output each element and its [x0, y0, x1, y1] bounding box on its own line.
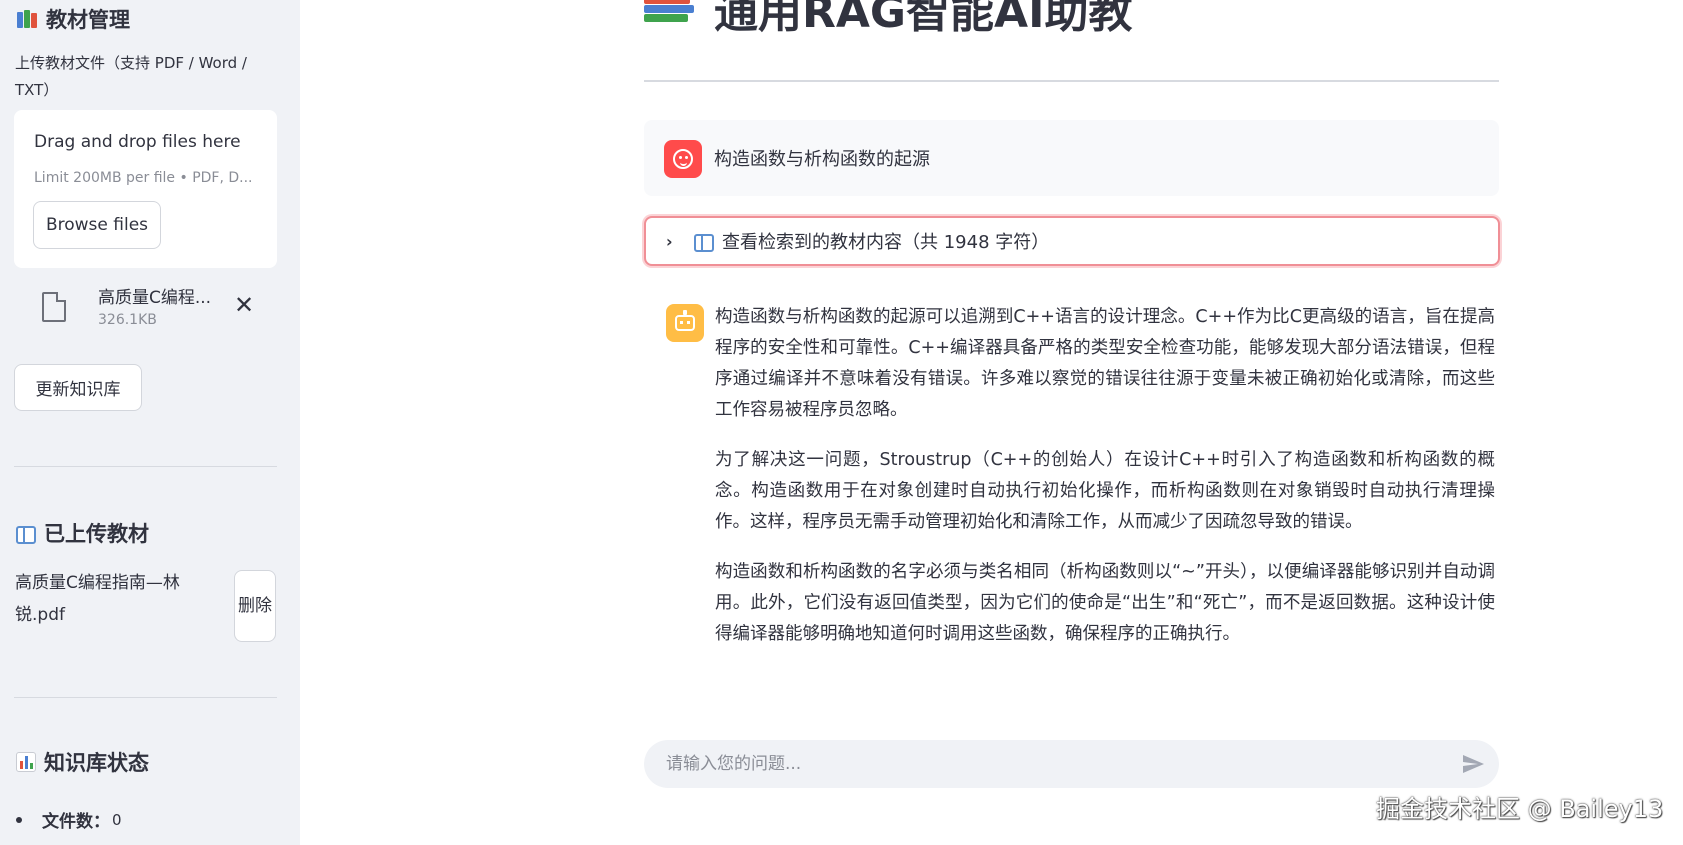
- uploaded-heading: 已上传教材: [16, 518, 149, 548]
- open-book-icon: [694, 234, 714, 252]
- status-label: 文件数：: [42, 812, 110, 832]
- retrieved-content-expander[interactable]: › 查看检索到的教材内容（共 1948 字符）: [644, 216, 1500, 266]
- user-message-text: 构造函数与析构函数的起源: [714, 149, 930, 170]
- dropzone-title: Drag and drop files here: [34, 132, 241, 152]
- pending-file-size: 326.1KB: [98, 312, 157, 328]
- upload-label: 上传教材文件（支持 PDF / Word / TXT）: [15, 54, 247, 99]
- send-icon[interactable]: [1461, 752, 1485, 776]
- status-item: 文件数： 0: [16, 807, 122, 832]
- file-icon: [42, 292, 66, 322]
- status-heading: 知识库状态: [16, 747, 149, 777]
- file-dropzone[interactable]: Drag and drop files here Limit 200MB per…: [14, 110, 277, 268]
- open-book-icon: [16, 526, 36, 544]
- expander-label: 查看检索到的教材内容（共 1948 字符）: [722, 232, 1050, 253]
- dropzone-limit: Limit 200MB per file • PDF, D...: [34, 170, 253, 186]
- manage-heading: 教材管理: [16, 4, 130, 34]
- sidebar-divider: [14, 697, 277, 698]
- sidebar-divider: [14, 466, 277, 467]
- assistant-paragraph: 为了解决这一问题，Stroustrup（C++的创始人）在设计C++时引入了构造…: [715, 450, 1495, 532]
- robot-avatar-icon: [666, 304, 704, 342]
- chat-input[interactable]: [644, 740, 1499, 788]
- title-divider: [644, 80, 1499, 82]
- sidebar: 教材管理 上传教材文件（支持 PDF / Word / TXT） Drag an…: [0, 0, 300, 845]
- browse-files-button[interactable]: Browse files: [33, 201, 161, 249]
- assistant-paragraph: 构造函数与析构函数的起源可以追溯到C++语言的设计理念。C++作为比C更高级的语…: [715, 307, 1495, 420]
- pending-file-name: 高质量C编程...: [98, 288, 212, 308]
- chevron-right-icon: ›: [666, 231, 673, 251]
- page-title: 通用RAG智能AI助教: [644, 0, 1132, 40]
- update-knowledge-base-button[interactable]: 更新知识库: [14, 364, 142, 411]
- status-value: 0: [112, 810, 122, 829]
- user-message: 构造函数与析构函数的起源: [644, 120, 1499, 196]
- assistant-paragraph: 构造函数和析构函数的名字必须与类名相同（析构函数则以“~”开头），以便编译器能够…: [715, 562, 1495, 644]
- assistant-message: 构造函数与析构函数的起源可以追溯到C++语言的设计理念。C++作为比C更高级的语…: [715, 302, 1495, 669]
- uploaded-file-name: 高质量C编程指南—林锐.pdf: [15, 573, 180, 625]
- books-icon: [16, 8, 38, 30]
- close-icon[interactable]: ✕: [234, 291, 254, 319]
- pending-file-row: 高质量C编程... 326.1KB ✕: [14, 280, 277, 338]
- watermark: 掘金技术社区 @ Bailey13: [1376, 795, 1664, 823]
- books-icon: [644, 0, 696, 26]
- delete-file-button[interactable]: 删除: [234, 570, 276, 642]
- bar-chart-icon: [16, 752, 36, 772]
- user-avatar-icon: [664, 140, 702, 178]
